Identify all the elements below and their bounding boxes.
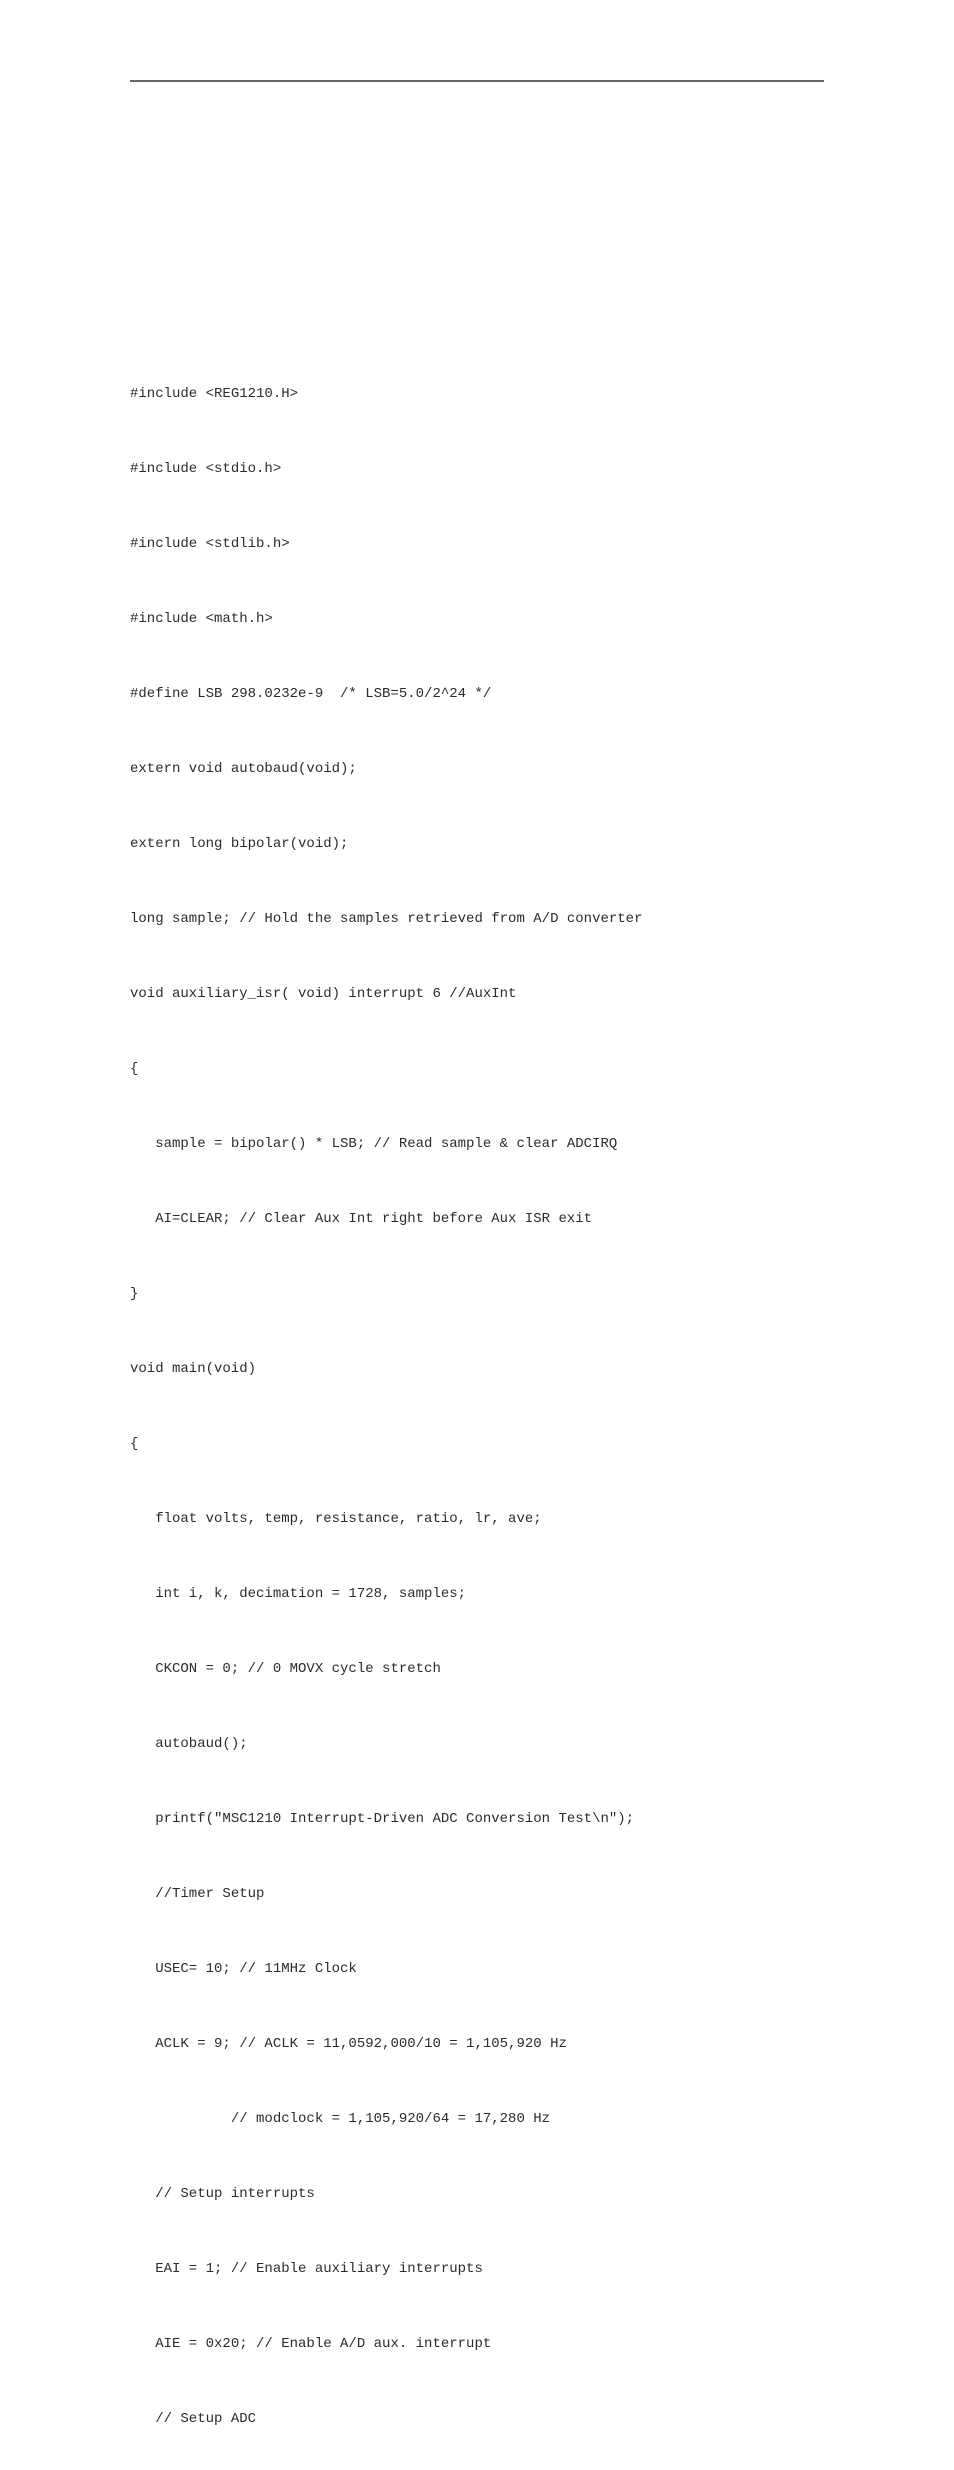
code-line: autobaud(); <box>130 1732 824 1757</box>
code-line: #include <REG1210.H> <box>130 382 824 407</box>
code-line: AIE = 0x20; // Enable A/D aux. interrupt <box>130 2332 824 2357</box>
code-line: // modclock = 1,105,920/64 = 17,280 Hz <box>130 2107 824 2132</box>
code-line: USEC= 10; // 11MHz Clock <box>130 1957 824 1982</box>
code-line: #include <stdio.h> <box>130 457 824 482</box>
code-line: int i, k, decimation = 1728, samples; <box>130 1582 824 1607</box>
code-line: extern void autobaud(void); <box>130 757 824 782</box>
code-line: // Setup ADC <box>130 2407 824 2432</box>
code-line: { <box>130 1057 824 1082</box>
code-line: #include <math.h> <box>130 607 824 632</box>
document-page: #include <REG1210.H> #include <stdio.h> … <box>0 0 954 1235</box>
code-line: EAI = 1; // Enable auxiliary interrupts <box>130 2257 824 2282</box>
code-line: printf("MSC1210 Interrupt-Driven ADC Con… <box>130 1807 824 1832</box>
code-line: long sample; // Hold the samples retriev… <box>130 907 824 932</box>
code-line: #include <stdlib.h> <box>130 532 824 557</box>
code-line: //Timer Setup <box>130 1882 824 1907</box>
code-line: AI=CLEAR; // Clear Aux Int right before … <box>130 1207 824 1232</box>
code-line: void auxiliary_isr( void) interrupt 6 //… <box>130 982 824 1007</box>
code-line: ACLK = 9; // ACLK = 11,0592,000/10 = 1,1… <box>130 2032 824 2057</box>
code-line: void main(void) <box>130 1357 824 1382</box>
top-rule <box>130 80 824 82</box>
code-line: CKCON = 0; // 0 MOVX cycle stretch <box>130 1657 824 1682</box>
code-line: float volts, temp, resistance, ratio, lr… <box>130 1507 824 1532</box>
code-line: { <box>130 1432 824 1457</box>
code-line: } <box>130 1282 824 1307</box>
code-line: #define LSB 298.0232e-9 /* LSB=5.0/2^24 … <box>130 682 824 707</box>
code-line: sample = bipolar() * LSB; // Read sample… <box>130 1132 824 1157</box>
code-line: // Setup interrupts <box>130 2182 824 2207</box>
code-line: extern long bipolar(void); <box>130 832 824 857</box>
code-block: #include <REG1210.H> #include <stdio.h> … <box>130 332 824 2470</box>
